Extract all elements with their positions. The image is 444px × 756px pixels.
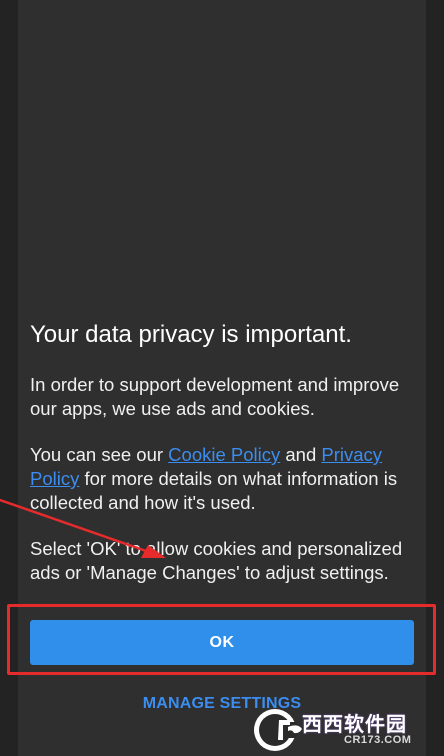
policy-text-after: for more details on what information is … bbox=[30, 468, 398, 513]
dialog-title: Your data privacy is important. bbox=[30, 321, 352, 348]
policy-paragraph: You can see our Cookie Policy and Privac… bbox=[30, 443, 420, 515]
screen: Your data privacy is important. In order… bbox=[0, 0, 444, 756]
policy-text-middle: and bbox=[280, 444, 322, 465]
policy-text-before: You can see our bbox=[30, 444, 169, 465]
cookie-policy-link[interactable]: Cookie Policy bbox=[168, 444, 280, 465]
intro-paragraph: In order to support development and impr… bbox=[30, 374, 400, 419]
consent-paragraph: Select 'OK' to allow cookies and persona… bbox=[30, 538, 403, 583]
ok-button[interactable]: OK bbox=[30, 620, 414, 665]
manage-settings-button[interactable]: MANAGE SETTINGS bbox=[120, 690, 324, 718]
